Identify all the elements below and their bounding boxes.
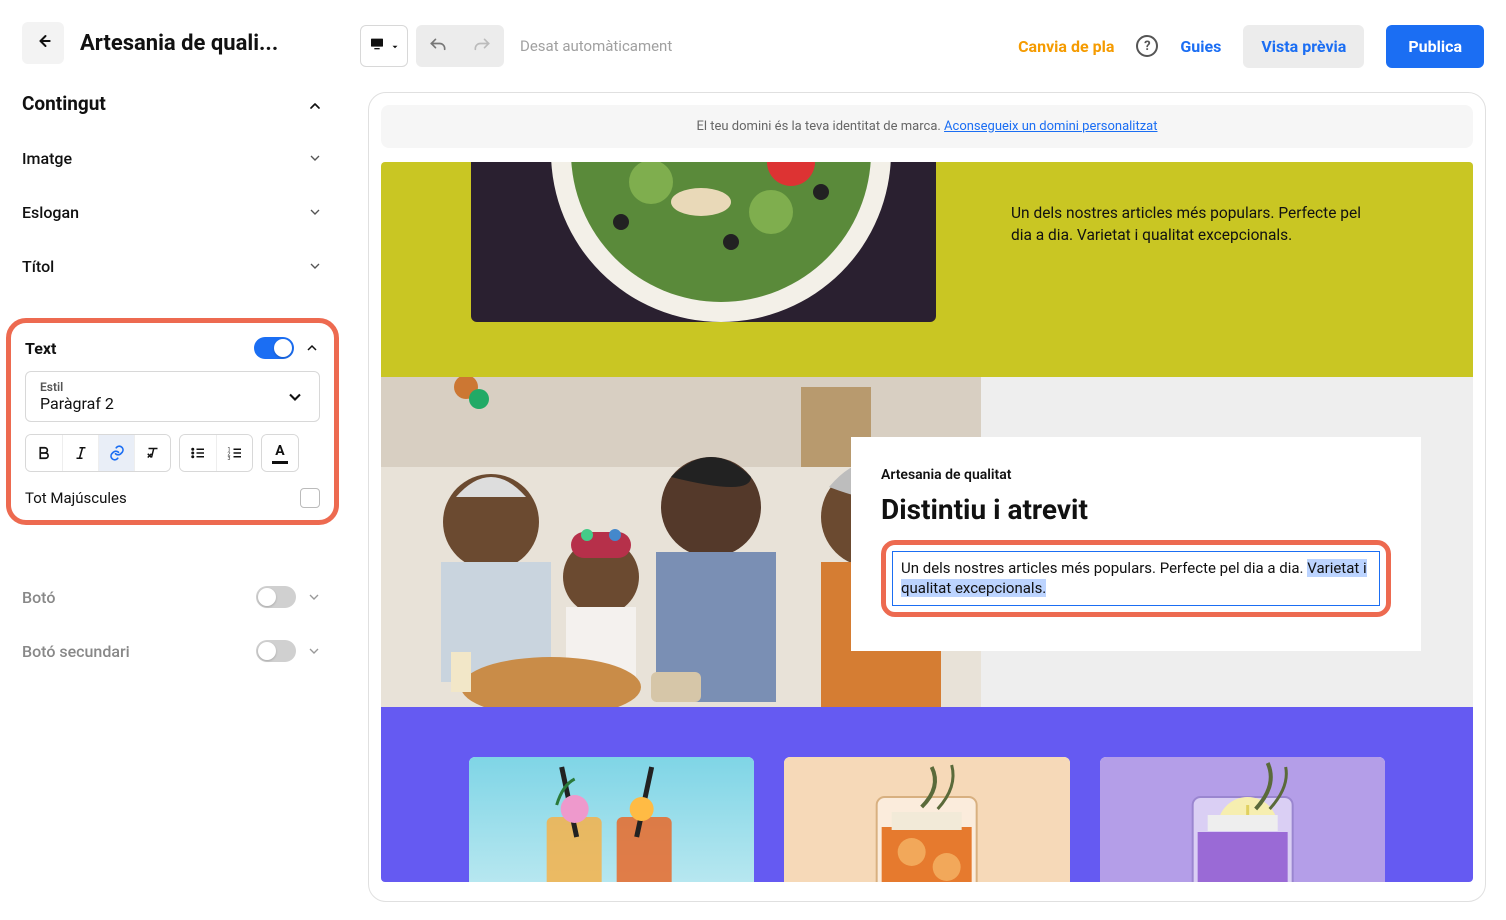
yellow-text: Un dels nostres articles més populars. P… <box>1011 202 1381 247</box>
style-label: Estil <box>40 380 114 394</box>
domain-banner: El teu domini és la teva identitat de ma… <box>381 105 1473 148</box>
publish-button[interactable]: Publica <box>1386 25 1484 68</box>
all-caps-row: Tot Majúscules <box>25 488 320 508</box>
redo-button[interactable] <box>460 25 504 67</box>
banner-text: El teu domini és la teva identitat de ma… <box>697 119 945 134</box>
all-caps-checkbox[interactable] <box>300 488 320 508</box>
row-imatge[interactable]: Imatge <box>22 131 323 185</box>
chevron-down-icon <box>306 643 322 659</box>
link-button[interactable] <box>98 435 134 471</box>
text-toggle[interactable] <box>254 337 294 359</box>
caret-down-icon <box>390 37 400 56</box>
chevron-down-icon <box>285 387 305 407</box>
style-value: Paràgraf 2 <box>40 394 114 413</box>
arrow-left-icon <box>33 31 53 55</box>
bold-button[interactable] <box>26 435 62 471</box>
card-text-editable[interactable]: Un dels nostres articles més populars. P… <box>892 551 1380 606</box>
row-boto-secundari[interactable]: Botó secundari <box>22 624 322 678</box>
style-select[interactable]: Estil Paràgraf 2 <box>25 371 320 422</box>
site-preview[interactable]: Un dels nostres articles més populars. P… <box>381 162 1473 882</box>
row-titol[interactable]: Títol <box>22 239 323 293</box>
panel-title: Artesania de quali... <box>80 31 323 56</box>
autosave-status: Desat automàticament <box>520 37 672 55</box>
chevron-down-icon <box>306 589 322 605</box>
chevron-up-icon <box>307 96 323 112</box>
text-editor-highlight: Text Estil Paràgraf 2 123 A Tot Majúscul… <box>6 318 339 525</box>
desktop-icon <box>368 36 386 56</box>
row-eslogan[interactable]: Eslogan <box>22 185 323 239</box>
banner-link[interactable]: Aconsegueix un domini personalitzat <box>944 119 1157 134</box>
drink-card-2 <box>784 757 1069 882</box>
chevron-up-icon <box>304 340 320 356</box>
text-color-button[interactable]: A <box>262 435 298 471</box>
row-label: Text <box>25 339 56 358</box>
salad-image <box>471 162 936 322</box>
undo-button[interactable] <box>416 25 460 67</box>
card-eyebrow: Artesania de qualitat <box>881 467 1391 483</box>
section-yellow: Un dels nostres articles més populars. P… <box>381 162 1473 377</box>
history-group <box>416 25 504 67</box>
drink-card-3 <box>1100 757 1385 882</box>
row-label: Eslogan <box>22 203 79 222</box>
row-label: Imatge <box>22 149 72 168</box>
row-text[interactable]: Text <box>25 333 320 363</box>
boto-sec-toggle[interactable] <box>256 640 296 662</box>
below-highlight-rows: Botó Botó secundari <box>22 570 322 678</box>
section-family: Artesania de qualitat Distintiu i atrevi… <box>381 377 1473 707</box>
help-icon[interactable]: ? <box>1136 35 1158 57</box>
bullet-list-button[interactable] <box>180 435 216 471</box>
svg-text:3: 3 <box>227 456 230 462</box>
row-label: Títol <box>22 257 54 276</box>
boto-toggle[interactable] <box>256 586 296 608</box>
canvas-frame: El teu domini és la teva identitat de ma… <box>368 92 1486 902</box>
card-title: Distintiu i atrevit <box>881 493 1391 526</box>
clear-format-button[interactable] <box>134 435 170 471</box>
card-text-plain: Un dels nostres articles més populars. P… <box>901 559 1307 577</box>
italic-button[interactable] <box>62 435 98 471</box>
chevron-down-icon <box>307 150 323 166</box>
guides-link[interactable]: Guies <box>1180 37 1221 56</box>
drink-card-1 <box>469 757 754 882</box>
numbered-list-button[interactable]: 123 <box>216 435 252 471</box>
section-contingut[interactable]: Contingut <box>22 92 323 115</box>
row-label: Botó secundari <box>22 642 130 661</box>
card-text-highlight: Un dels nostres articles més populars. P… <box>881 540 1391 617</box>
topbar: Desat automàticament Canvia de pla ? Gui… <box>360 18 1484 74</box>
section-purple <box>381 707 1473 882</box>
content-card: Artesania de qualitat Distintiu i atrevi… <box>851 437 1421 651</box>
row-label: Botó <box>22 588 55 607</box>
section-label: Contingut <box>22 92 106 115</box>
panel-header: Artesania de quali... <box>22 22 323 64</box>
change-plan-link[interactable]: Canvia de pla <box>1018 37 1114 56</box>
chevron-down-icon <box>307 258 323 274</box>
chevron-down-icon <box>307 204 323 220</box>
back-button[interactable] <box>22 22 64 64</box>
row-boto[interactable]: Botó <box>22 570 322 624</box>
preview-button[interactable]: Vista prèvia <box>1243 25 1364 68</box>
device-selector[interactable] <box>360 25 408 67</box>
text-toolbar: 123 A <box>25 434 320 472</box>
all-caps-label: Tot Majúscules <box>25 489 127 507</box>
